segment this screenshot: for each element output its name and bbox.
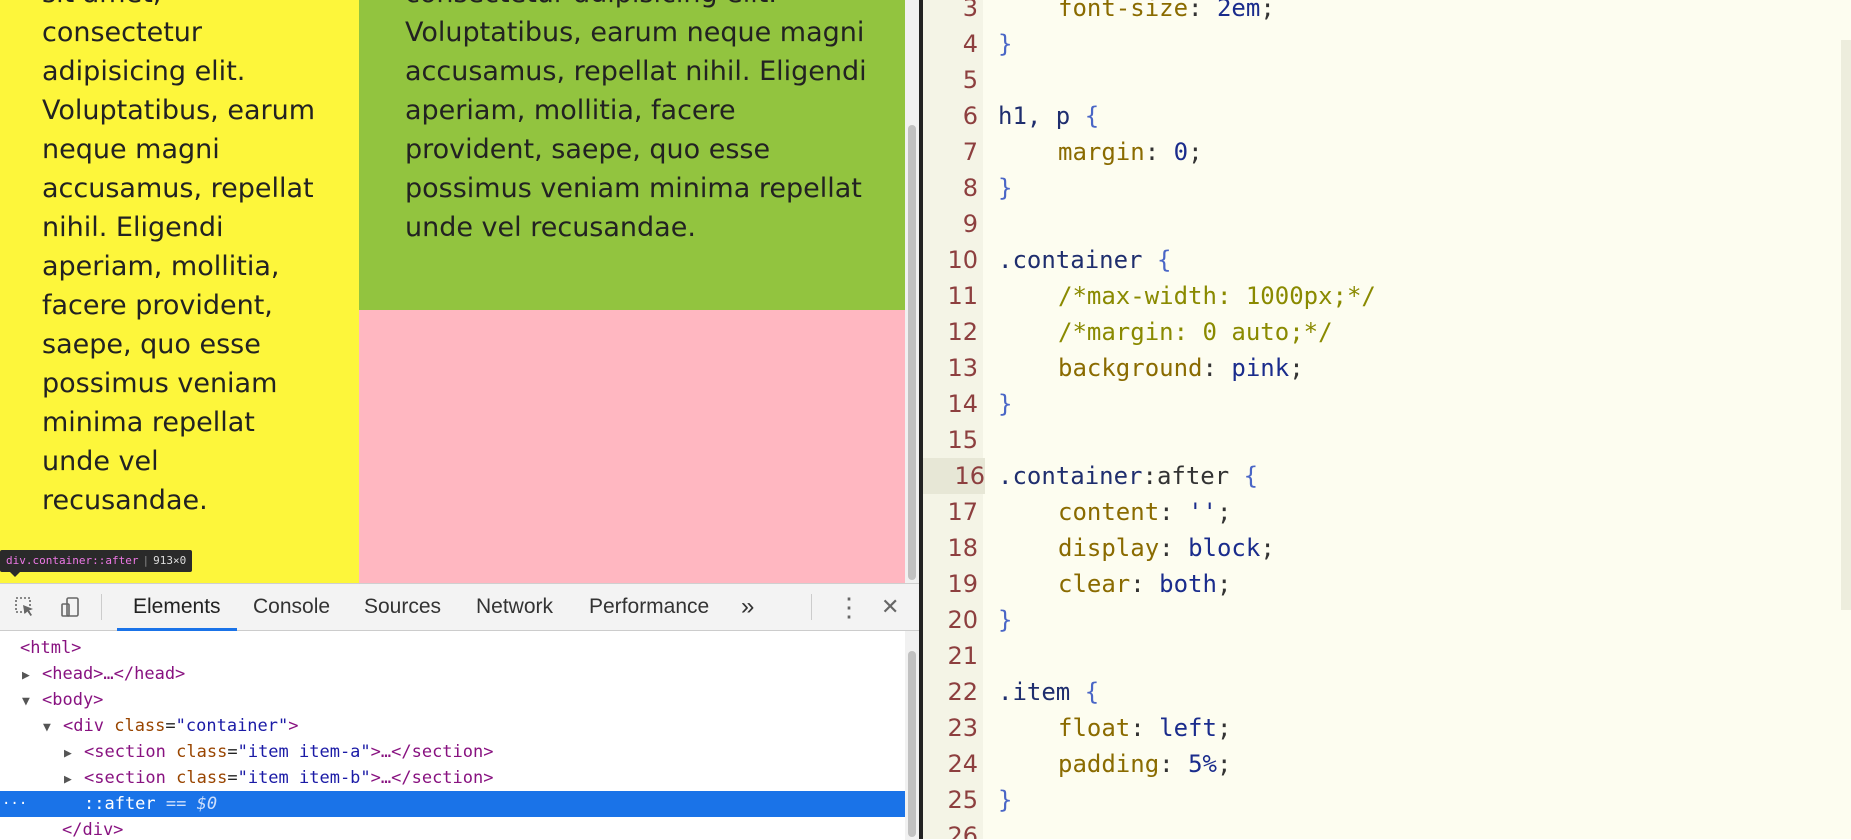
code-line[interactable]: } <box>998 170 1012 206</box>
line-number: 13 <box>947 354 978 382</box>
line-number: 6 <box>962 102 978 130</box>
browser-viewport: sit amet, consectetur adipisicing elit. … <box>0 0 905 583</box>
dom-node-html[interactable]: <html> <box>0 635 905 661</box>
page-scrollbar[interactable] <box>905 0 919 583</box>
dom-node-head[interactable]: ▶ <head>…</head> <box>0 661 905 687</box>
code-line[interactable]: .container:after { <box>998 458 1258 494</box>
line-number: 7 <box>962 138 978 166</box>
code-line[interactable]: /*max-width: 1000px;*/ <box>1058 278 1376 314</box>
expand-triangle-icon[interactable]: ▶ <box>64 767 84 793</box>
expand-triangle-icon[interactable]: ▶ <box>64 741 84 767</box>
editor-scrollbar[interactable] <box>1841 40 1851 610</box>
tooltip-selector: div.container::after <box>6 554 139 567</box>
devtools-close-icon[interactable]: ✕ <box>881 584 899 630</box>
collapse-triangle-icon[interactable]: ▼ <box>22 689 42 715</box>
code-line[interactable]: } <box>998 26 1012 62</box>
devtools-toolbar: Elements Console Sources Network Perform… <box>0 584 919 631</box>
tab-sources[interactable]: Sources <box>364 584 441 630</box>
element-inspect-tooltip: div.container::after | 913×0 <box>0 550 193 577</box>
line-number: 11 <box>947 282 978 310</box>
collapse-triangle-icon[interactable]: ▼ <box>43 715 63 741</box>
tab-console[interactable]: Console <box>253 584 330 630</box>
dom-tree-scrollbar[interactable] <box>905 631 919 840</box>
code-line[interactable]: font-size: 2em; <box>1058 0 1275 26</box>
line-number: 26 <box>947 822 978 839</box>
line-number: 20 <box>947 606 978 634</box>
line-number: 10 <box>947 246 978 274</box>
dom-tree-scrollbar-thumb[interactable] <box>908 651 916 837</box>
code-line[interactable]: padding: 5%; <box>1058 746 1231 782</box>
code-line[interactable]: } <box>998 782 1012 818</box>
line-number: 14 <box>947 390 978 418</box>
more-tabs-chevron-icon[interactable]: » <box>741 584 754 630</box>
tab-performance[interactable]: Performance <box>589 584 709 630</box>
code-line[interactable]: } <box>998 386 1012 422</box>
line-number: 9 <box>962 210 978 238</box>
line-number: 18 <box>947 534 978 562</box>
dom-node-item-b[interactable]: ▶ <section class="item item-b">…</section… <box>0 765 905 791</box>
code-line[interactable]: background: pink; <box>1058 350 1304 386</box>
item-a-section: sit amet, consectetur adipisicing elit. … <box>0 0 359 583</box>
item-b-text: consectetur adipisicing elit. Voluptatib… <box>405 0 867 243</box>
inspect-element-icon[interactable] <box>14 596 36 618</box>
expand-triangle-icon[interactable]: ▶ <box>22 663 42 689</box>
dom-node-div-close[interactable]: </div> <box>0 817 905 840</box>
code-line[interactable]: } <box>998 602 1012 638</box>
dom-node-after-pseudo[interactable]: ···::after == $0 <box>0 791 905 817</box>
line-number: 16 <box>923 458 985 494</box>
line-number: 3 <box>962 0 978 22</box>
code-line[interactable]: .item { <box>998 674 1099 710</box>
devtools-panel: Elements Console Sources Network Perform… <box>0 583 919 840</box>
dom-node-item-a[interactable]: ▶ <section class="item item-a">…</section… <box>0 739 905 765</box>
tab-elements[interactable]: Elements <box>117 584 237 631</box>
line-number: 22 <box>947 678 978 706</box>
line-number: 23 <box>947 714 978 742</box>
tab-network[interactable]: Network <box>476 584 553 630</box>
code-editor[interactable]: 3 4 5 6 7 8 9 10 11 12 13 14 15 16 17 18 19 20 21 22 23 24 25 2… <box>923 0 1851 839</box>
code-line[interactable]: /*margin: 0 auto;*/ <box>1058 314 1333 350</box>
line-number: 5 <box>962 66 978 94</box>
code-line[interactable]: h1, p { <box>998 98 1099 134</box>
dom-node-container[interactable]: ▼ <div class="container"> <box>0 713 905 739</box>
code-line[interactable]: margin: 0; <box>1058 134 1203 170</box>
tooltip-dimensions: 913×0 <box>153 554 187 567</box>
code-line[interactable]: .container { <box>998 242 1171 278</box>
line-number: 8 <box>962 174 978 202</box>
code-line[interactable]: content: ''; <box>1058 494 1231 530</box>
line-number: 21 <box>947 642 978 670</box>
item-b-section: consectetur adipisicing elit. Voluptatib… <box>359 0 905 310</box>
line-number: 12 <box>947 318 978 346</box>
devtools-menu-icon[interactable]: ⋮ <box>836 584 862 630</box>
line-number: 24 <box>947 750 978 778</box>
line-number: 4 <box>962 30 978 58</box>
code-line[interactable]: display: block; <box>1058 530 1275 566</box>
line-number: 25 <box>947 786 978 814</box>
page-scrollbar-thumb[interactable] <box>908 125 916 580</box>
item-a-text: sit amet, consectetur adipisicing elit. … <box>42 0 316 516</box>
code-line[interactable]: float: left; <box>1058 710 1231 746</box>
line-number: 17 <box>947 498 978 526</box>
line-number: 15 <box>947 426 978 454</box>
line-number: 19 <box>947 570 978 598</box>
code-line[interactable]: clear: both; <box>1058 566 1231 602</box>
dom-node-body[interactable]: ▼ <body> <box>0 687 905 713</box>
line-number-gutter: 3 4 5 6 7 8 9 10 11 12 13 14 15 16 17 18 19 20 21 22 23 24 25 2… <box>923 0 985 839</box>
dom-tree: <html> ▶ <head>…</head> ▼ <body> ▼ <div cla… <box>0 631 905 840</box>
node-actions-dots-icon[interactable]: ··· <box>2 791 27 817</box>
device-toggle-icon[interactable] <box>60 596 82 618</box>
